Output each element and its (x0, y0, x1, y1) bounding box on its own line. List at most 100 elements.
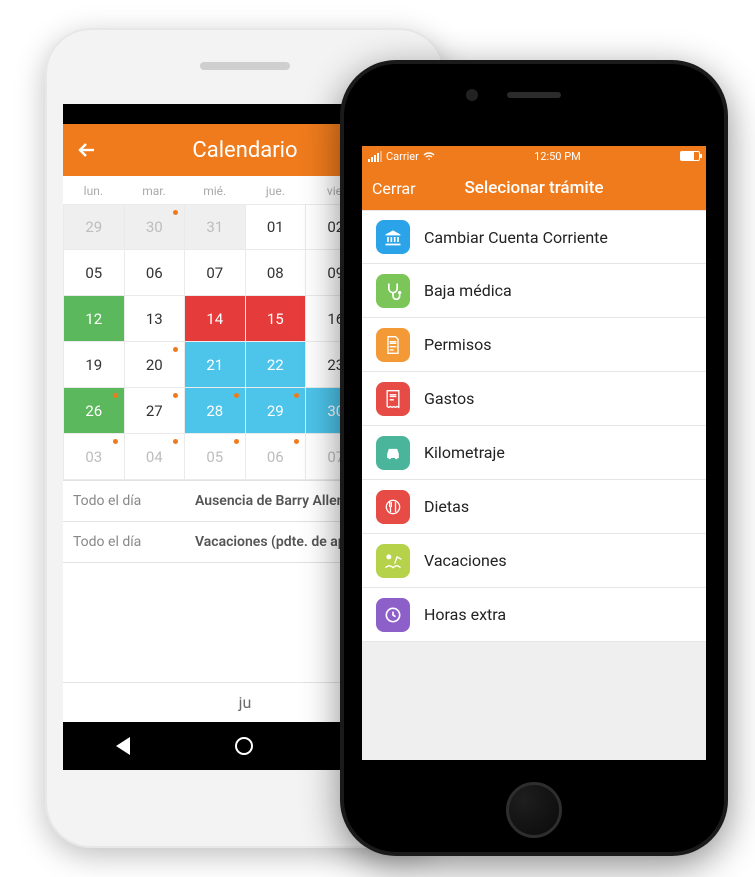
calendar-cell[interactable]: 29 (63, 204, 125, 250)
event-dot-icon (173, 439, 178, 444)
day-header: mar. (124, 176, 185, 204)
calendar-day-number: 28 (206, 402, 223, 420)
calendar-cell[interactable]: 30 (125, 204, 186, 250)
close-button[interactable]: Cerrar (372, 179, 416, 198)
calendar-cell[interactable]: 29 (246, 388, 307, 434)
calendar-day-number: 06 (146, 264, 163, 282)
day-header: mié. (184, 176, 245, 204)
carrier-label: Carrier (386, 150, 419, 163)
event-time: Todo el día (73, 493, 183, 509)
event-dot-icon (173, 393, 178, 398)
statusbar-time: 12:50 PM (534, 150, 581, 163)
calendar-cell[interactable]: 07 (185, 250, 246, 296)
list-item[interactable]: Vacaciones (362, 534, 706, 588)
calendar-day-number: 31 (206, 218, 223, 236)
calendar-day-number: 03 (85, 448, 102, 466)
calendar-day-number: 12 (85, 310, 102, 328)
calendar-cell[interactable]: 03 (63, 434, 125, 480)
calendar-cell[interactable]: 05 (63, 250, 125, 296)
signal-icon (368, 151, 382, 162)
stethoscope-icon (376, 274, 410, 308)
list-item-label: Kilometraje (424, 443, 505, 462)
calendar-day-number: 29 (267, 402, 284, 420)
list-item[interactable]: Horas extra (362, 588, 706, 642)
battery-icon (680, 151, 700, 161)
list-item-label: Vacaciones (424, 551, 507, 570)
calendar-day-number: 05 (206, 448, 223, 466)
event-dot-icon (173, 347, 178, 352)
iphone-speaker (507, 92, 561, 98)
calendar-day-number: 14 (206, 310, 223, 328)
list-item-label: Horas extra (424, 605, 506, 624)
list-item-label: Dietas (424, 497, 469, 516)
calendar-cell[interactable]: 12 (63, 296, 125, 342)
calendar-cell[interactable]: 22 (246, 342, 307, 388)
calendar-cell[interactable]: 06 (246, 434, 307, 480)
calendar-cell[interactable]: 04 (125, 434, 186, 480)
calendar-day-number: 19 (85, 356, 102, 374)
list-item[interactable]: Cambiar Cuenta Corriente (362, 210, 706, 264)
calendar-cell[interactable]: 13 (125, 296, 186, 342)
calendar-day-number: 27 (146, 402, 163, 420)
calendar-day-number: 06 (267, 448, 284, 466)
calendar-day-number: 22 (267, 356, 284, 374)
calendar-cell[interactable]: 08 (246, 250, 307, 296)
receipt-icon (376, 382, 410, 416)
calendar-day-number: 13 (146, 310, 163, 328)
calendar-cell[interactable]: 15 (246, 296, 307, 342)
calendar-cell[interactable]: 27 (125, 388, 186, 434)
list-item-label: Cambiar Cuenta Corriente (424, 228, 608, 247)
wifi-icon (423, 151, 435, 161)
calendar-cell[interactable]: 06 (125, 250, 186, 296)
event-dot-icon (113, 439, 118, 444)
bank-icon (376, 220, 410, 254)
day-header: lun. (63, 176, 124, 204)
calendar-day-number: 04 (146, 448, 163, 466)
ios-statusbar: Carrier 12:50 PM (362, 146, 706, 166)
event-title: Ausencia de Barry Allen (195, 493, 344, 509)
iphone-inner-frame: Carrier 12:50 PM Cerrar Selecionar trámi… (344, 64, 724, 852)
event-dot-icon (113, 393, 118, 398)
back-button[interactable] (73, 136, 101, 164)
iphone-camera (466, 89, 478, 101)
event-dot-icon (173, 210, 178, 215)
calendar-cell[interactable]: 21 (185, 342, 246, 388)
list-item-label: Permisos (424, 335, 491, 354)
calendar-day-number: 07 (206, 264, 223, 282)
event-dot-icon (234, 439, 239, 444)
calendar-day-number: 30 (146, 218, 163, 236)
android-speaker (200, 62, 290, 70)
tramite-list: Cambiar Cuenta Corriente Baja médica Permi… (362, 210, 706, 642)
calendar-cell[interactable]: 05 (185, 434, 246, 480)
appbar-title: Selecionar trámite (465, 178, 604, 198)
calendar-day-number: 20 (146, 356, 163, 374)
calendar-cell[interactable]: 14 (185, 296, 246, 342)
list-item[interactable]: Kilometraje (362, 426, 706, 480)
calendar-cell[interactable]: 31 (185, 204, 246, 250)
calendar-cell[interactable]: 28 (185, 388, 246, 434)
calendar-day-number: 08 (267, 264, 284, 282)
calendar-day-number: 15 (267, 310, 284, 328)
back-arrow-icon (75, 138, 99, 162)
list-item[interactable]: Baja médica (362, 264, 706, 318)
nav-home-button[interactable] (235, 737, 253, 755)
calendar-cell[interactable]: 01 (246, 204, 307, 250)
iphone-screen: Carrier 12:50 PM Cerrar Selecionar trámi… (362, 146, 706, 760)
calendar-day-number: 29 (85, 218, 102, 236)
car-icon (376, 436, 410, 470)
list-item[interactable]: Permisos (362, 318, 706, 372)
appbar-title: Calendario (192, 138, 297, 163)
nav-back-button[interactable] (116, 737, 130, 755)
event-time: Todo el día (73, 534, 183, 550)
list-item-label: Baja médica (424, 281, 512, 300)
home-button[interactable] (506, 782, 562, 838)
calendar-cell[interactable]: 20 (125, 342, 186, 388)
list-item[interactable]: Dietas (362, 480, 706, 534)
event-dot-icon (294, 393, 299, 398)
calendar-cell[interactable]: 19 (63, 342, 125, 388)
calendar-cell[interactable]: 26 (63, 388, 125, 434)
calendar-day-number: 21 (206, 356, 223, 374)
list-item[interactable]: Gastos (362, 372, 706, 426)
ios-appbar: Cerrar Selecionar trámite (362, 166, 706, 210)
event-dot-icon (234, 393, 239, 398)
